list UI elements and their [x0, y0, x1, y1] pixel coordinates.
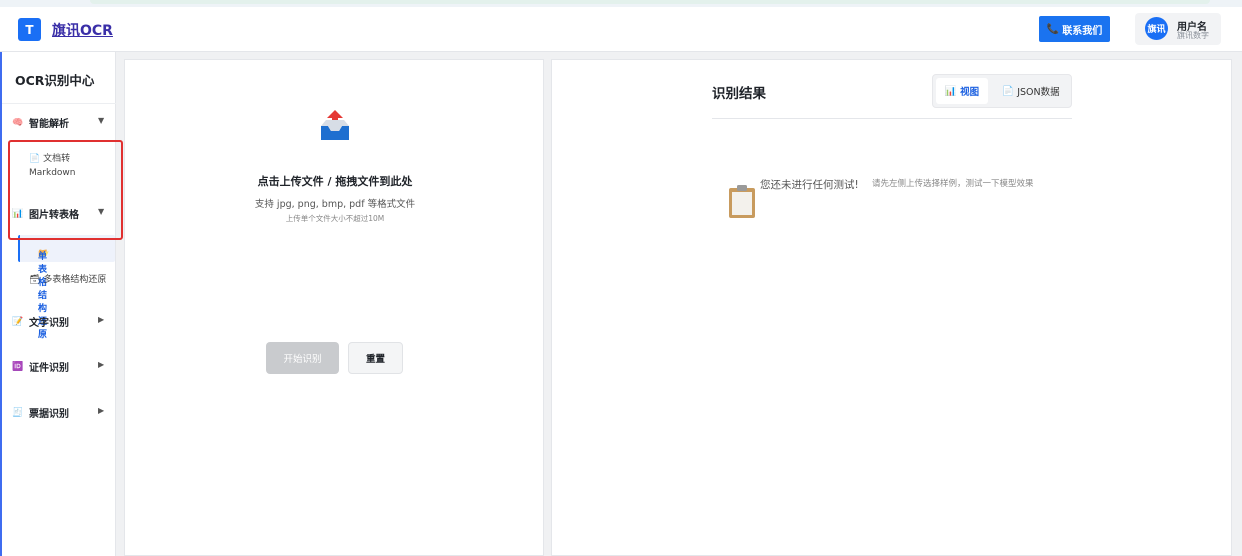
sidebar-item-label: 多表格结构还原 [43, 275, 107, 285]
tab-view-label: 视图 [960, 87, 980, 98]
brand-link[interactable]: 旗讯OCR [52, 20, 113, 40]
chart-icon: 📊 [944, 85, 957, 97]
contact-us-button[interactable]: 📞 联系我们 [1039, 16, 1110, 42]
top-accent-bar [90, 0, 1210, 4]
upload-size-limit: 上传单个文件大小不超过10M [285, 214, 385, 223]
chevron-right-icon[interactable]: ▶ [98, 315, 104, 324]
memo-icon: 📝 [12, 316, 24, 327]
upload-panel[interactable]: 点击上传文件 / 拖拽文件到此处 支持 jpg, png, bmp, pdf 等… [124, 59, 544, 556]
result-tabs: 📊 视图 📄 JSON数据 [932, 74, 1072, 108]
chevron-right-icon[interactable]: ▶ [98, 360, 104, 369]
upload-formats: 支持 jpg, png, bmp, pdf 等格式文件 [254, 199, 416, 210]
user-menu[interactable]: 旗讯 用户名 旗讯数字 [1135, 13, 1221, 45]
inbox-upload-icon [321, 110, 349, 140]
tab-view[interactable]: 📊 视图 [936, 78, 988, 104]
tables-icon: 🗃 [29, 275, 41, 285]
sidebar-group-label: 票据识别 [29, 409, 69, 420]
avatar: 旗讯 [1145, 17, 1168, 40]
sidebar-group-label: 智能解析 [29, 119, 69, 130]
sidebar-group-text-recognition[interactable]: 📝 文字识别 [12, 314, 69, 330]
tab-json-label: JSON数据 [1017, 87, 1060, 98]
browser-top-strip [0, 0, 1242, 7]
sidebar-divider [2, 103, 116, 104]
reset-button[interactable]: 重置 [348, 342, 403, 374]
user-org: 旗讯数字 [1177, 31, 1209, 40]
upload-title: 点击上传文件 / 拖拽文件到此处 [257, 175, 413, 188]
sidebar: OCR识别中心 🧠 智能解析 ▼ 📄 文档转 Markdown 📊 图片转表格 … [2, 52, 116, 556]
receipt-icon: 🧾 [12, 407, 24, 418]
phone-icon: 📞 [1046, 23, 1060, 35]
result-divider [712, 118, 1072, 119]
sidebar-group-label: 文字识别 [29, 318, 69, 329]
top-header: T 旗讯OCR 📞 联系我们 旗讯 用户名 旗讯数字 [0, 7, 1242, 52]
result-title: 识别结果 [712, 86, 766, 102]
highlight-outline [8, 140, 123, 240]
sidebar-group-label: 证件识别 [29, 363, 69, 374]
brain-icon: 🧠 [12, 117, 24, 128]
empty-state-hint: 请先左侧上传选择样例，测试一下模型效果 [872, 179, 1034, 189]
sidebar-item-multi-table[interactable]: 🗃 多表格结构还原 [29, 273, 106, 287]
chevron-right-icon[interactable]: ▶ [98, 406, 104, 415]
contact-us-label: 联系我们 [1062, 25, 1103, 37]
logo-icon: T [18, 18, 41, 41]
id-card-icon: 🆔 [12, 361, 24, 372]
tab-json[interactable]: 📄 JSON数据 [993, 78, 1069, 104]
sidebar-group-invoice-recognition[interactable]: 🧾 票据识别 [12, 405, 69, 421]
sidebar-group-id-recognition[interactable]: 🆔 证件识别 [12, 359, 69, 375]
empty-state-message: 您还未进行任何测试! [760, 179, 859, 191]
result-panel: 识别结果 📊 视图 📄 JSON数据 您还未进行任何测试! 请先左侧上传选择样例… [551, 59, 1232, 556]
chevron-down-icon[interactable]: ▼ [98, 116, 104, 125]
document-icon: 📄 [1002, 85, 1015, 97]
clipboard-icon [729, 185, 755, 218]
start-recognition-button[interactable]: 开始识别 [266, 342, 339, 374]
sidebar-title: OCR识别中心 [15, 73, 95, 88]
sidebar-group-smart-parse[interactable]: 🧠 智能解析 [12, 115, 69, 131]
